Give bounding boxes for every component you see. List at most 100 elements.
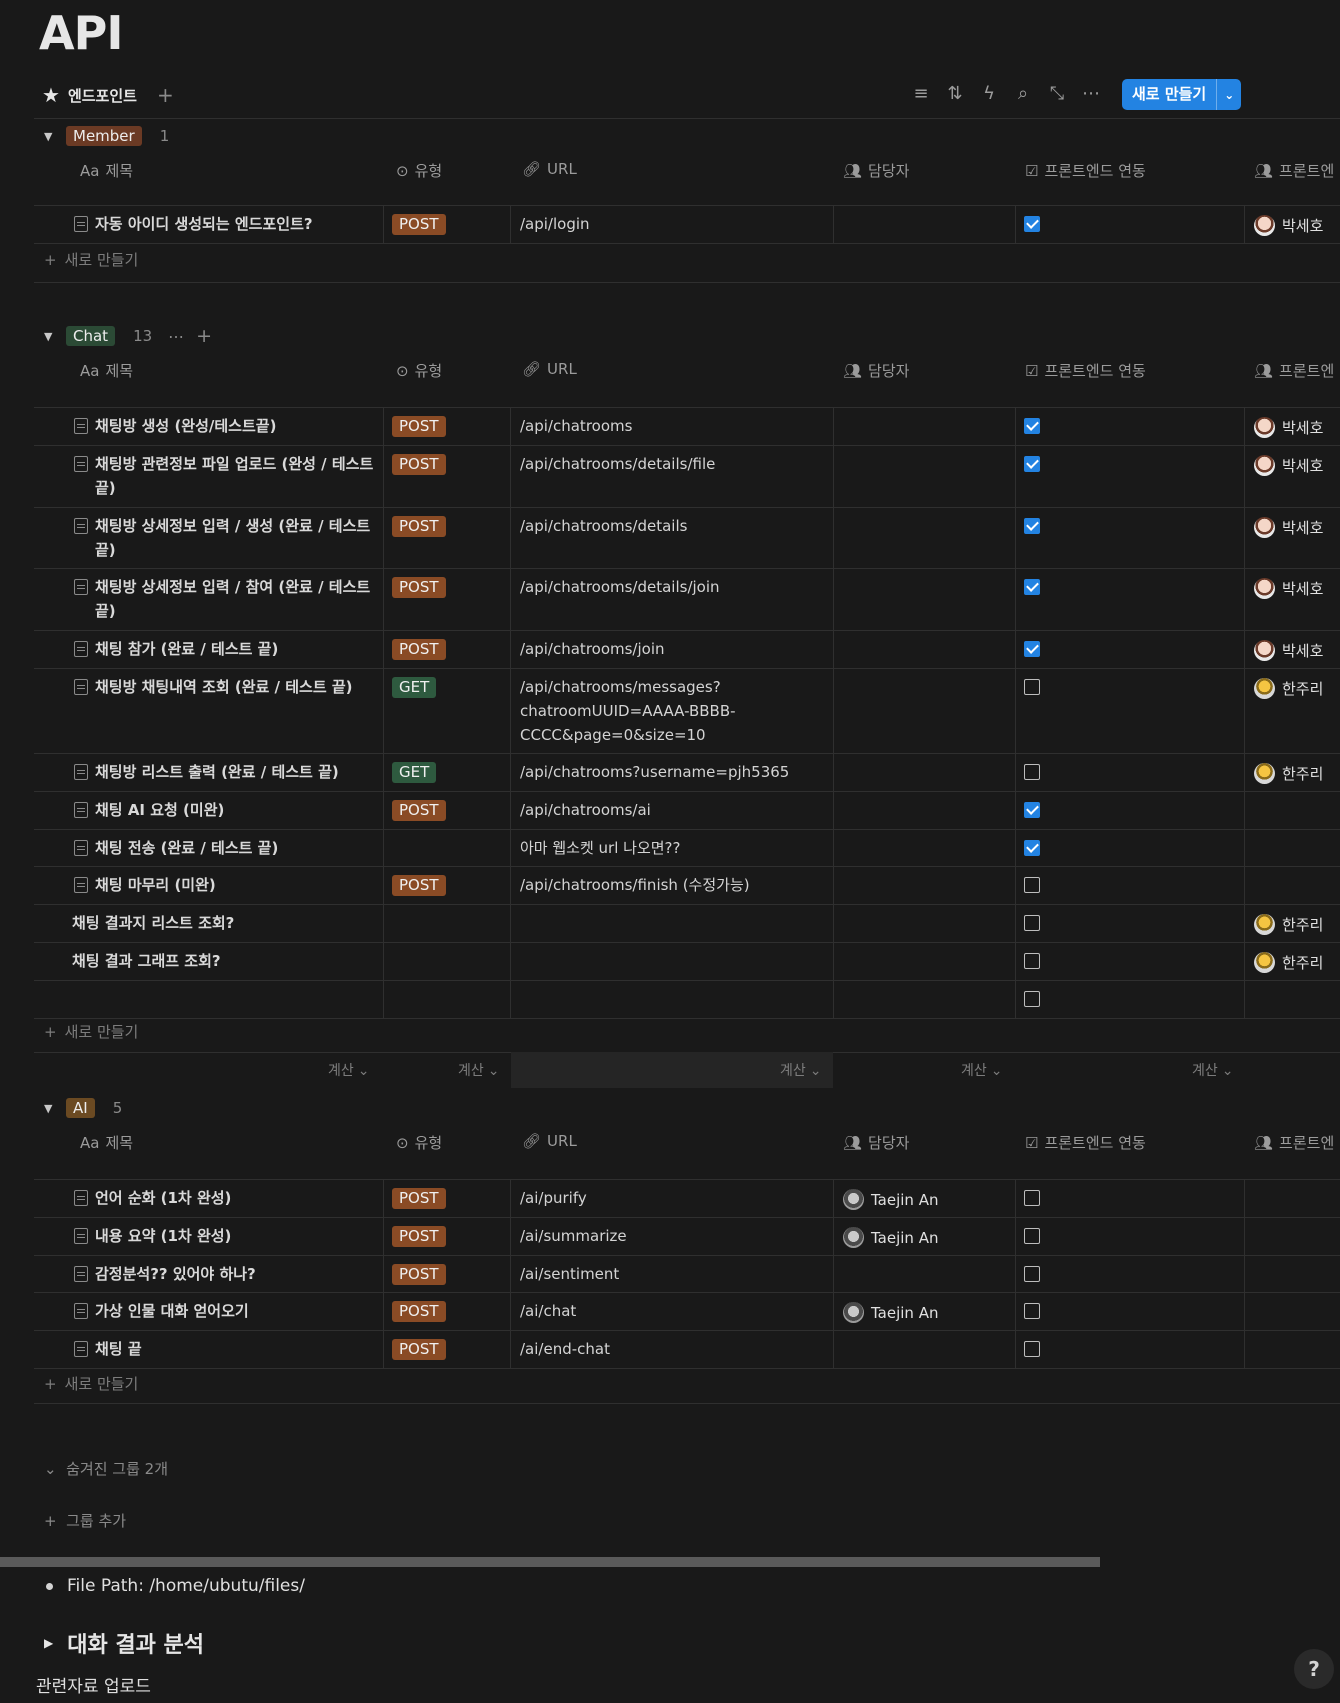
url-cell[interactable]: /api/chatrooms/ai [520, 798, 651, 822]
url-cell[interactable]: /ai/summarize [520, 1224, 627, 1248]
frontend-checkbox[interactable] [1024, 1303, 1040, 1319]
url-cell[interactable]: /api/chatrooms/details [520, 514, 687, 538]
frontend-person-cell[interactable]: 한주리 [1254, 678, 1323, 699]
hidden-groups-toggle[interactable]: ⌄ 숨겨진 그룹 2개 [44, 1458, 168, 1479]
group-more-icon[interactable]: ⋯ [168, 327, 186, 346]
col-frontend[interactable]: ☑ 프론트엔드 연동 [1025, 1132, 1146, 1153]
col-url[interactable]: 🔗︎ URL [522, 360, 577, 378]
frontend-person-cell[interactable]: 박세호 [1254, 640, 1323, 661]
col-assignee[interactable]: 👥︎ 담당자 [843, 360, 909, 381]
add-row-button[interactable]: + 새로 만들기 [44, 249, 138, 270]
table-row[interactable] [34, 1330, 1340, 1331]
table-row[interactable] [34, 942, 1340, 943]
col-title[interactable]: Aa 제목 [80, 160, 133, 181]
group-tag[interactable]: Member [66, 126, 142, 146]
assignee-cell[interactable]: Taejin An [843, 1189, 938, 1210]
row-title-cell[interactable]: 채팅방 상세정보 입력 / 참여 (완료 / 테스트 끝) [74, 575, 374, 623]
table-row[interactable] [34, 904, 1340, 905]
row-title-cell[interactable]: 채팅 끝 [74, 1337, 374, 1361]
frontend-checkbox[interactable] [1024, 579, 1040, 595]
col-assignee[interactable]: 👥︎ 담당자 [843, 160, 909, 181]
col-frontend[interactable]: ☑ 프론트엔드 연동 [1025, 360, 1146, 381]
col-title[interactable]: Aa 제목 [80, 1132, 133, 1153]
calc-title[interactable]: 계산 ⌄ [328, 1060, 370, 1080]
col-url[interactable]: 🔗︎ URL [522, 1132, 577, 1150]
frontend-checkbox[interactable] [1024, 418, 1040, 434]
frontend-checkbox[interactable] [1024, 1266, 1040, 1282]
frontend-person-cell[interactable]: 박세호 [1254, 455, 1323, 476]
url-cell[interactable]: /api/chatrooms/details/file [520, 452, 715, 476]
frontend-person-cell[interactable]: 박세호 [1254, 578, 1323, 599]
frontend-checkbox[interactable] [1024, 216, 1040, 232]
col-url[interactable]: 🔗︎ URL [522, 160, 577, 178]
expand-icon[interactable]: ⤡ [1048, 83, 1066, 104]
col-frontend[interactable]: ☑ 프론트엔드 연동 [1025, 160, 1146, 181]
calc-url[interactable]: 계산 ⌄ [780, 1060, 822, 1080]
row-title-cell[interactable]: 내용 요약 (1차 완성) [74, 1224, 374, 1248]
table-row[interactable] [34, 243, 1340, 244]
row-title-cell[interactable]: 채팅방 채팅내역 조회 (완료 / 테스트 끝) [74, 675, 374, 699]
col-type[interactable]: ⊙ 유형 [396, 1132, 442, 1153]
assignee-cell[interactable]: Taejin An [843, 1302, 938, 1323]
row-title-cell[interactable]: 채팅 마무리 (미완) [74, 873, 374, 897]
table-row[interactable] [34, 1217, 1340, 1218]
toggle-heading[interactable]: ▶ 대화 결과 분석 [44, 1627, 204, 1659]
url-cell[interactable]: /ai/end-chat [520, 1337, 610, 1361]
row-title-cell[interactable]: 채팅 참가 (완료 / 테스트 끝) [74, 637, 374, 661]
frontend-person-cell[interactable]: 박세호 [1254, 417, 1323, 438]
frontend-checkbox[interactable] [1024, 802, 1040, 818]
url-cell[interactable]: /api/login [520, 212, 590, 236]
row-title-cell[interactable]: 감정분석?? 있어야 하나? [74, 1262, 374, 1286]
row-title-cell[interactable]: 채팅 전송 (완료 / 테스트 끝) [74, 836, 374, 860]
automation-icon[interactable]: ϟ [980, 83, 998, 104]
sort-icon[interactable]: ⇅ [946, 83, 964, 104]
chevron-down-icon[interactable]: ⌄ [1217, 88, 1241, 102]
row-title-cell[interactable]: 가상 인물 대화 얻어오기 [74, 1299, 374, 1323]
url-cell[interactable]: /api/chatrooms/details/join [520, 575, 720, 599]
row-title-cell[interactable]: 채팅방 상세정보 입력 / 생성 (완료 / 테스트 끝) [74, 514, 374, 562]
table-row[interactable] [34, 1255, 1340, 1256]
table-row[interactable] [34, 507, 1340, 508]
frontend-checkbox[interactable] [1024, 1190, 1040, 1206]
collapse-triangle-icon[interactable]: ▼ [44, 130, 66, 143]
frontend-person-cell[interactable]: 한주리 [1254, 914, 1323, 935]
frontend-checkbox[interactable] [1024, 953, 1040, 969]
col-type[interactable]: ⊙ 유형 [396, 160, 442, 181]
frontend-checkbox[interactable] [1024, 877, 1040, 893]
url-cell[interactable]: /api/chatrooms/messages? chatroomUUID=AAA… [520, 675, 736, 747]
row-title-cell[interactable]: 자동 아이디 생성되는 엔드포인트? [74, 212, 374, 236]
row-title-cell[interactable]: 채팅 결과 그래프 조회? [72, 949, 372, 973]
frontend-checkbox[interactable] [1024, 641, 1040, 657]
row-title-cell[interactable]: 채팅 결과지 리스트 조회? [72, 911, 372, 935]
frontend-person-cell[interactable]: 한주리 [1254, 763, 1323, 784]
col-frontend-person[interactable]: 👥︎ 프론트엔 [1254, 160, 1334, 181]
table-row[interactable] [34, 980, 1340, 981]
collapse-triangle-icon[interactable]: ▼ [44, 330, 66, 343]
table-row[interactable] [34, 668, 1340, 669]
frontend-checkbox[interactable] [1024, 518, 1040, 534]
add-group-button[interactable]: + 그룹 추가 [44, 1510, 126, 1531]
frontend-person-cell[interactable]: 박세호 [1254, 215, 1323, 236]
frontend-checkbox[interactable] [1024, 915, 1040, 931]
calc-assignee[interactable]: 계산 ⌄ [961, 1060, 1003, 1080]
table-row[interactable] [34, 568, 1340, 569]
frontend-checkbox[interactable] [1024, 840, 1040, 856]
table-row[interactable] [34, 445, 1340, 446]
add-row-button[interactable]: + 새로 만들기 [44, 1021, 138, 1042]
col-title[interactable]: Aa 제목 [80, 360, 133, 381]
add-row-button[interactable]: + 새로 만들기 [44, 1373, 138, 1394]
table-row[interactable] [34, 1292, 1340, 1293]
frontend-checkbox[interactable] [1024, 1341, 1040, 1357]
row-title-cell[interactable]: 언어 순화 (1차 완성) [74, 1186, 374, 1210]
add-view-icon[interactable]: + [157, 83, 174, 107]
url-cell[interactable]: /ai/sentiment [520, 1262, 619, 1286]
table-row[interactable] [34, 753, 1340, 754]
group-tag[interactable]: AI [66, 1098, 95, 1118]
url-cell[interactable]: /api/chatrooms [520, 414, 632, 438]
col-frontend-person[interactable]: 👥︎ 프론트엔 [1254, 1132, 1334, 1153]
row-title-cell[interactable]: 채팅방 생성 (완성/테스트끝) [74, 414, 374, 438]
horizontal-scrollbar[interactable] [0, 1557, 1100, 1567]
group-add-icon[interactable]: + [196, 325, 212, 347]
frontend-checkbox[interactable] [1024, 991, 1040, 1007]
row-title-cell[interactable]: 채팅 AI 요청 (미완) [74, 798, 374, 822]
